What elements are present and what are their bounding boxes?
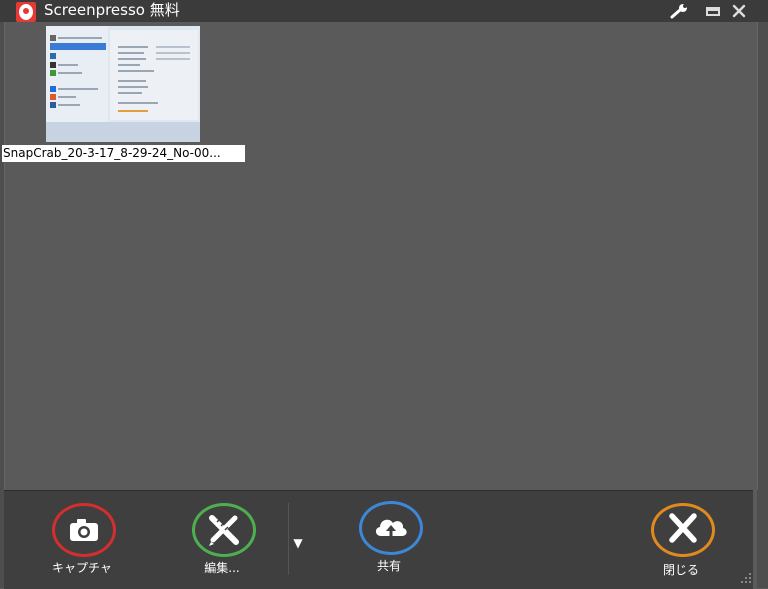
- window-title: Screenpresso 無料: [44, 1, 180, 19]
- thumbnail-caption[interactable]: SnapCrab_20-3-17_8-29-24_No-00...: [2, 145, 245, 162]
- close-x-icon: [669, 513, 697, 543]
- window-right-border: [757, 22, 768, 588]
- close-icon: [732, 4, 746, 18]
- cloud-upload-icon: [375, 519, 407, 539]
- screenshot-thumbnail[interactable]: [46, 26, 200, 142]
- title-bar: Screenpresso 無料: [0, 0, 768, 22]
- edit-button[interactable]: 編集...: [162, 491, 282, 587]
- screenpresso-logo-icon: [16, 2, 36, 22]
- edit-label: 編集...: [204, 561, 240, 575]
- close-window-button[interactable]: [726, 0, 752, 22]
- share-label: 共有: [376, 559, 401, 573]
- edit-dropdown-arrow[interactable]: ▼: [291, 537, 305, 549]
- bottom-toolbar: キャプチャ 編集... ▼ 共有 閉じる: [4, 490, 753, 589]
- capture-label: キャプチャ: [52, 561, 112, 575]
- wrench-icon: [670, 4, 687, 19]
- close-label: 閉じる: [662, 563, 699, 577]
- camera-icon: [70, 519, 98, 541]
- capture-button[interactable]: キャプチャ: [22, 491, 142, 587]
- minimize-button[interactable]: [700, 0, 726, 22]
- close-app-button[interactable]: 閉じる: [621, 491, 741, 587]
- minimize-icon: [706, 7, 720, 16]
- share-button[interactable]: 共有: [329, 491, 449, 587]
- resize-grip-icon[interactable]: [740, 572, 752, 584]
- settings-button[interactable]: [665, 0, 691, 22]
- edit-tools-icon: [209, 515, 239, 546]
- toolbar-divider: [288, 503, 289, 575]
